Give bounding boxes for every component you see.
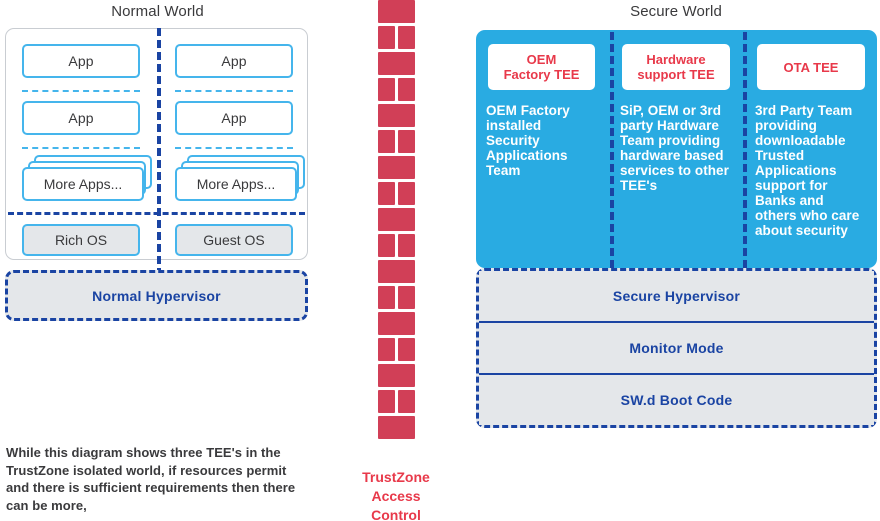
- normal-hypervisor-bar[interactable]: Normal Hypervisor: [5, 270, 308, 321]
- secure-column-divider: [743, 32, 747, 268]
- brick: [378, 338, 395, 361]
- brick: [398, 286, 415, 309]
- secure-world-title: Secure World: [630, 3, 722, 20]
- normal-divider: [175, 90, 293, 92]
- more-apps-label: More Apps...: [175, 167, 297, 201]
- normal-world-column-divider: [157, 28, 161, 276]
- brick: [378, 0, 415, 23]
- normal-divider: [175, 147, 293, 149]
- brick: [378, 312, 415, 335]
- guest-os-box[interactable]: Guest OS: [175, 224, 293, 256]
- brick: [378, 390, 395, 413]
- diagram-canvas: Normal World Secure World App App More A…: [0, 0, 880, 521]
- normal-divider: [22, 147, 140, 149]
- tee-description-ota: 3rd Party Team providing downloadable Tr…: [755, 103, 860, 238]
- normal-app-box[interactable]: App: [175, 44, 293, 78]
- trustzone-label-line-1: TrustZone: [362, 469, 430, 485]
- tee-header-line: support TEE: [637, 67, 715, 82]
- normal-app-box[interactable]: App: [22, 44, 140, 78]
- diagram-footnote: While this diagram shows three TEE's in …: [6, 445, 296, 513]
- brick: [378, 78, 395, 101]
- brick: [378, 416, 415, 439]
- more-apps-stack[interactable]: More Apps...: [22, 155, 152, 201]
- more-apps-label: More Apps...: [22, 167, 144, 201]
- brick: [378, 104, 415, 127]
- brick: [378, 208, 415, 231]
- brick: [378, 130, 395, 153]
- trustzone-label-line-2: Access: [371, 488, 421, 504]
- brick: [398, 78, 415, 101]
- brick: [378, 156, 415, 179]
- brick: [378, 52, 415, 75]
- more-apps-stack[interactable]: More Apps...: [175, 155, 305, 201]
- normal-app-box[interactable]: App: [175, 101, 293, 135]
- monitor-mode-bar[interactable]: Monitor Mode: [479, 322, 874, 374]
- tee-header-ota[interactable]: OTA TEE: [757, 44, 865, 90]
- tee-header-line: OEM: [526, 52, 557, 67]
- tee-header-oem-factory[interactable]: OEM Factory TEE: [488, 44, 595, 90]
- brick: [378, 26, 395, 49]
- brick: [398, 130, 415, 153]
- brick: [398, 26, 415, 49]
- brick: [398, 182, 415, 205]
- tee-description-hardware-support: SiP, OEM or 3rd party Hardware Team prov…: [620, 103, 729, 193]
- tee-description-oem-factory: OEM Factory installed Security Applicati…: [486, 103, 570, 178]
- normal-world-title: Normal World: [111, 3, 204, 20]
- tee-header-line: OTA TEE: [783, 59, 839, 75]
- rich-os-box[interactable]: Rich OS: [22, 224, 140, 256]
- boot-code-bar[interactable]: SW.d Boot Code: [479, 374, 874, 425]
- brick: [378, 364, 415, 387]
- brick: [378, 234, 395, 257]
- normal-divider: [22, 90, 140, 92]
- trustzone-label-line-3: Control: [371, 507, 421, 521]
- tee-header-hardware-support[interactable]: Hardware support TEE: [622, 44, 730, 90]
- brick: [378, 182, 395, 205]
- tee-header-line: Hardware: [646, 52, 706, 67]
- brick: [378, 286, 395, 309]
- secure-platform-group: Secure Hypervisor Monitor Mode SW.d Boot…: [476, 268, 877, 428]
- trustzone-brick-wall: [378, 0, 415, 458]
- brick: [398, 390, 415, 413]
- trustzone-access-control-label: TrustZone Access Control: [330, 468, 462, 521]
- normal-app-box[interactable]: App: [22, 101, 140, 135]
- brick: [398, 338, 415, 361]
- brick: [378, 260, 415, 283]
- secure-hypervisor-bar[interactable]: Secure Hypervisor: [479, 271, 874, 322]
- brick: [398, 234, 415, 257]
- secure-column-divider: [610, 32, 614, 268]
- tee-header-line: Factory TEE: [503, 67, 580, 82]
